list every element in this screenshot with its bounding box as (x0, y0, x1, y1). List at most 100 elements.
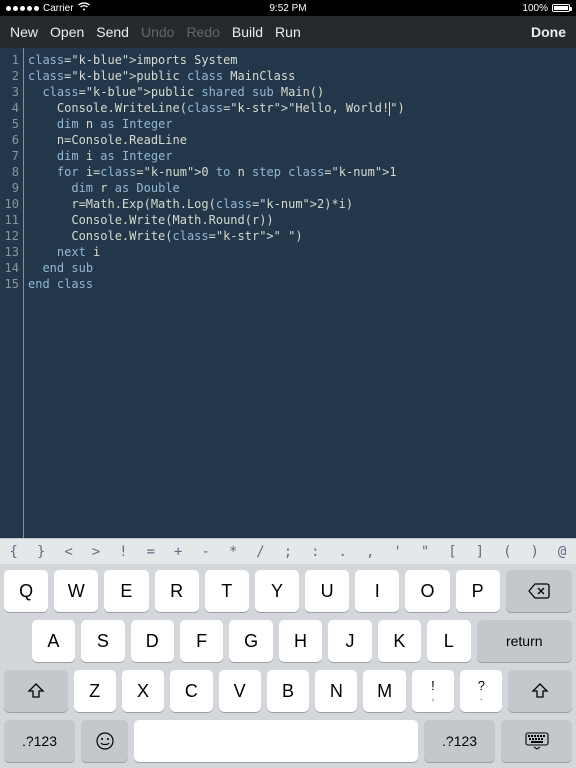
key-a[interactable]: A (32, 620, 75, 662)
key-p[interactable]: P (456, 570, 500, 612)
code-line[interactable]: dim i as Integer (28, 148, 405, 164)
battery-icon (552, 4, 570, 12)
key-h[interactable]: H (279, 620, 322, 662)
key-g[interactable]: G (229, 620, 272, 662)
code-line[interactable]: Console.WriteLine(class="k-str">"Hello, … (28, 100, 405, 116)
key-j[interactable]: J (328, 620, 371, 662)
key-n[interactable]: N (315, 670, 357, 712)
code-line[interactable]: next i (28, 244, 405, 260)
key-f[interactable]: F (180, 620, 223, 662)
key-v[interactable]: V (219, 670, 261, 712)
symbol-key[interactable]: , (356, 544, 383, 560)
key-l[interactable]: L (427, 620, 470, 662)
numbers-key-right[interactable]: .?123 (424, 720, 495, 762)
send-button[interactable]: Send (96, 24, 129, 40)
dismiss-keyboard-key[interactable] (501, 720, 572, 762)
symbol-key[interactable]: - (192, 544, 219, 560)
symbol-key[interactable]: ' (384, 544, 411, 560)
code-line[interactable]: for i=class="k-num">0 to n step class="k… (28, 164, 405, 180)
code-line[interactable]: n=Console.ReadLine (28, 132, 405, 148)
key-t[interactable]: T (205, 570, 249, 612)
symbol-key[interactable]: ] (466, 544, 493, 560)
symbol-key[interactable]: = (137, 544, 164, 560)
signal-icon (6, 6, 39, 11)
line-number: 11 (0, 212, 19, 228)
key-z[interactable]: Z (74, 670, 116, 712)
key-o[interactable]: O (405, 570, 449, 612)
symbol-key[interactable]: @ (548, 544, 575, 560)
line-number: 1 (0, 52, 19, 68)
key-r[interactable]: R (155, 570, 199, 612)
space-key[interactable] (134, 720, 418, 762)
symbol-key[interactable]: ! (110, 544, 137, 560)
key-q[interactable]: Q (4, 570, 48, 612)
symbol-key[interactable]: < (55, 544, 82, 560)
key-d[interactable]: D (131, 620, 174, 662)
symbol-key[interactable]: * (219, 544, 246, 560)
status-time: 9:52 PM (269, 3, 306, 14)
open-button[interactable]: Open (50, 24, 84, 40)
build-button[interactable]: Build (232, 24, 263, 40)
code-line[interactable]: end class (28, 276, 405, 292)
code-line[interactable]: class="k-blue">public class MainClass (28, 68, 405, 84)
key-e[interactable]: E (104, 570, 148, 612)
symbol-row: {}<>!=+-*/;:.,'"[]()@ (0, 538, 576, 564)
numbers-key[interactable]: .?123 (4, 720, 75, 762)
key-s[interactable]: S (81, 620, 124, 662)
symbol-key[interactable]: " (411, 544, 438, 560)
undo-button[interactable]: Undo (141, 24, 174, 40)
comma-key[interactable]: !, (412, 670, 454, 712)
shift-key[interactable] (4, 670, 68, 712)
code-line[interactable]: dim n as Integer (28, 116, 405, 132)
code-line[interactable]: Console.Write(Math.Round(r)) (28, 212, 405, 228)
symbol-key[interactable]: ( (494, 544, 521, 560)
line-number: 14 (0, 260, 19, 276)
new-button[interactable]: New (10, 24, 38, 40)
battery-percent: 100% (522, 3, 548, 14)
redo-button[interactable]: Redo (186, 24, 219, 40)
key-c[interactable]: C (170, 670, 212, 712)
wifi-icon (78, 2, 90, 14)
code-line[interactable]: dim r as Double (28, 180, 405, 196)
key-u[interactable]: U (305, 570, 349, 612)
line-number: 12 (0, 228, 19, 244)
symbol-key[interactable]: { (0, 544, 27, 560)
key-b[interactable]: B (267, 670, 309, 712)
line-number: 13 (0, 244, 19, 260)
key-w[interactable]: W (54, 570, 98, 612)
done-button[interactable]: Done (531, 24, 566, 40)
symbol-key[interactable]: + (165, 544, 192, 560)
code-line[interactable]: class="k-blue">public shared sub Main() (28, 84, 405, 100)
symbol-key[interactable]: [ (439, 544, 466, 560)
line-number: 10 (0, 196, 19, 212)
line-number-gutter: 123456789101112131415 (0, 48, 24, 538)
line-number: 2 (0, 68, 19, 84)
run-button[interactable]: Run (275, 24, 301, 40)
return-key[interactable]: return (477, 620, 573, 662)
symbol-key[interactable]: > (82, 544, 109, 560)
code-line[interactable]: Console.Write(class="k-str">" ") (28, 228, 405, 244)
symbol-key[interactable]: . (329, 544, 356, 560)
key-y[interactable]: Y (255, 570, 299, 612)
backspace-key[interactable] (506, 570, 572, 612)
symbol-key[interactable]: ) (521, 544, 548, 560)
key-x[interactable]: X (122, 670, 164, 712)
code-line[interactable]: class="k-blue">imports System (28, 52, 405, 68)
key-k[interactable]: K (378, 620, 421, 662)
period-key[interactable]: ?. (460, 670, 502, 712)
line-number: 6 (0, 132, 19, 148)
key-i[interactable]: I (355, 570, 399, 612)
symbol-key[interactable]: ; (274, 544, 301, 560)
code-line[interactable]: end sub (28, 260, 405, 276)
line-number: 9 (0, 180, 19, 196)
emoji-key[interactable] (81, 720, 128, 762)
symbol-key[interactable]: : (302, 544, 329, 560)
code-editor[interactable]: 123456789101112131415 class="k-blue">imp… (0, 48, 576, 538)
symbol-key[interactable]: / (247, 544, 274, 560)
code-area[interactable]: class="k-blue">imports Systemclass="k-bl… (24, 48, 405, 538)
key-m[interactable]: M (363, 670, 405, 712)
code-line[interactable]: r=Math.Exp(Math.Log(class="k-num">2)*i) (28, 196, 405, 212)
symbol-key[interactable]: } (27, 544, 54, 560)
line-number: 5 (0, 116, 19, 132)
shift-key-right[interactable] (508, 670, 572, 712)
